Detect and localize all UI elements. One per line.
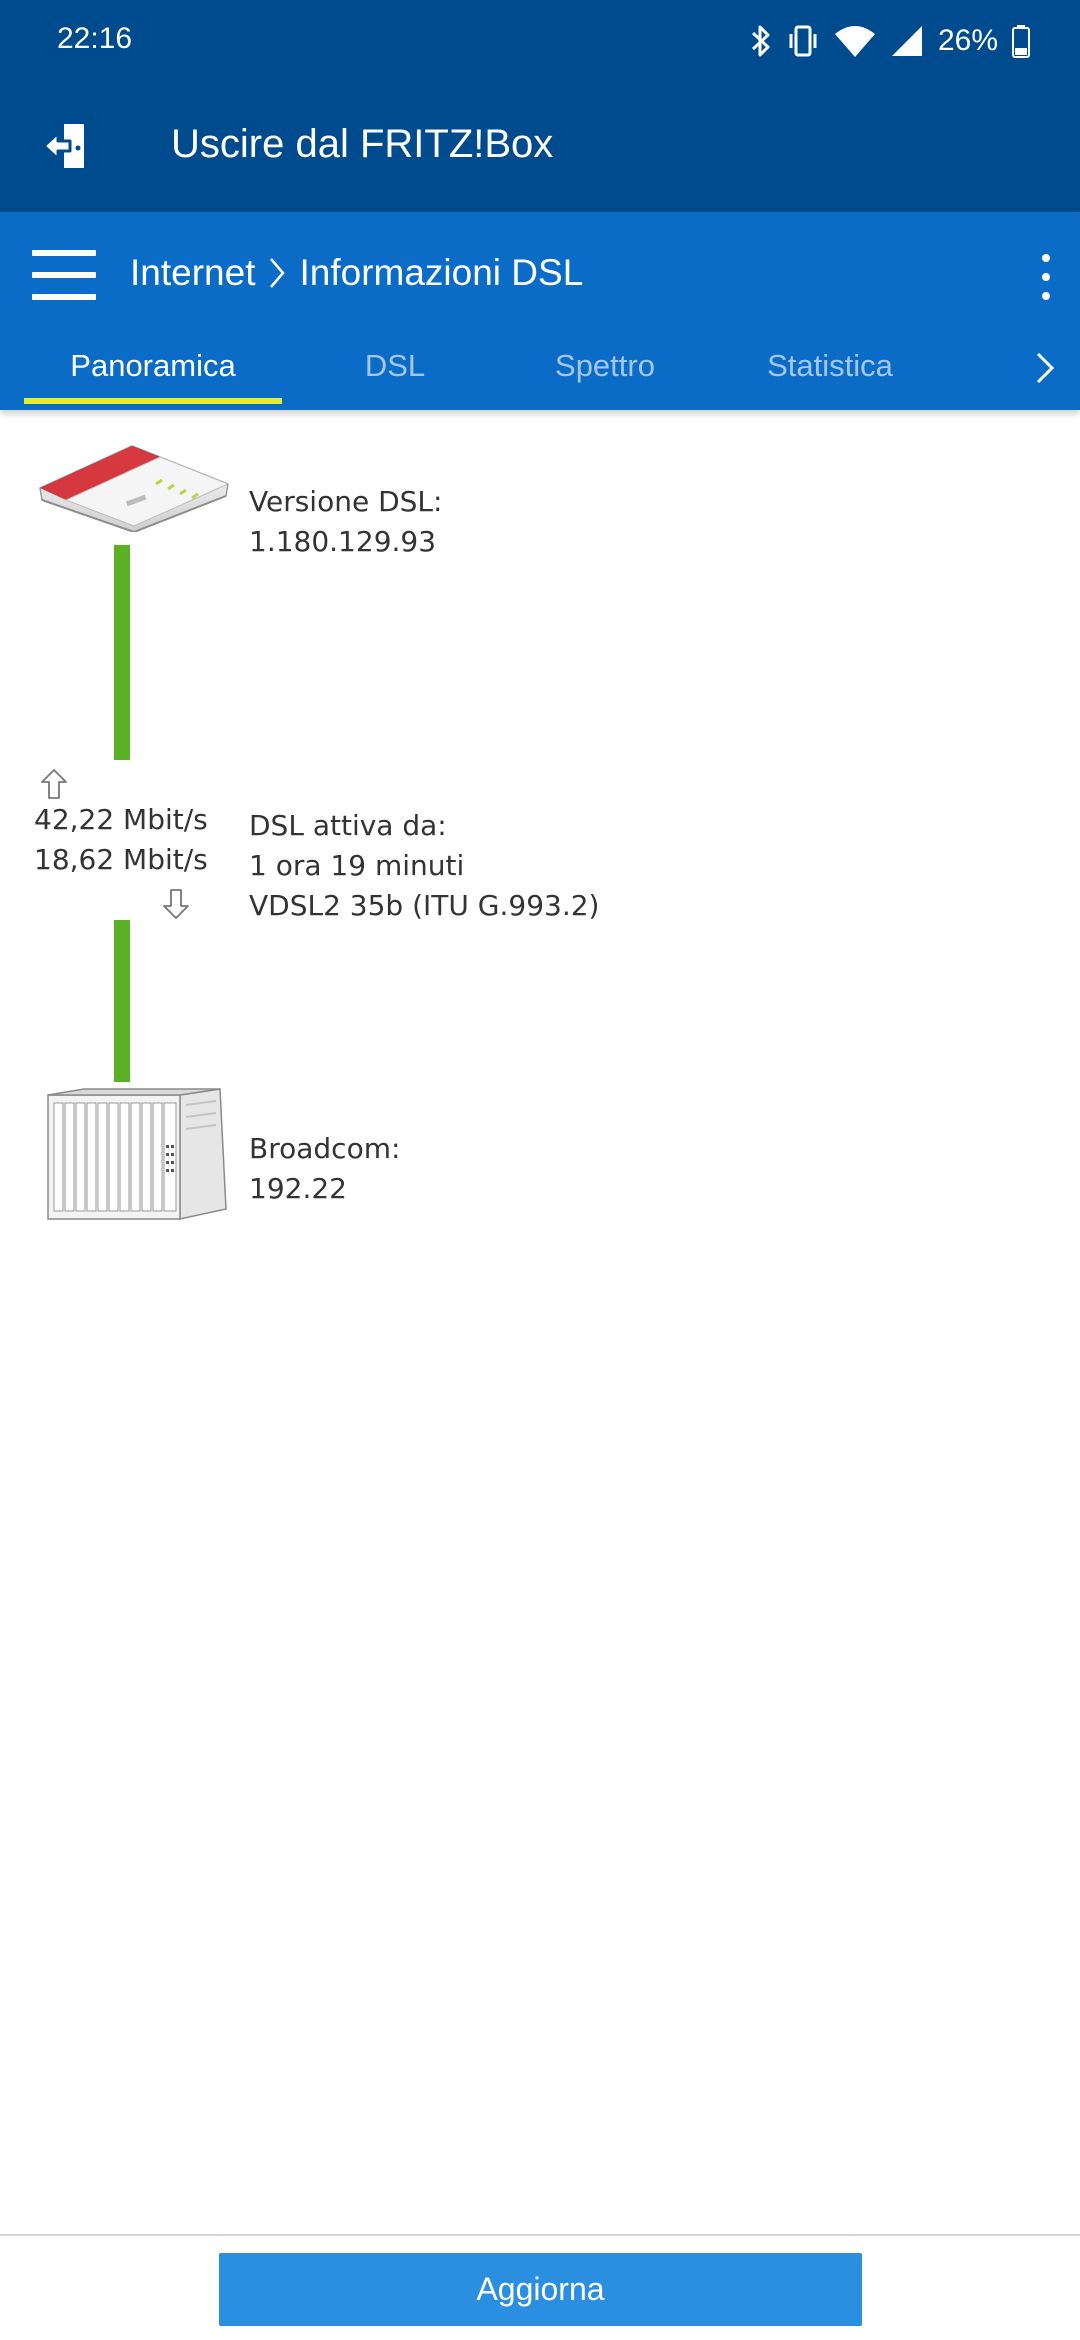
status-time: 22:16: [57, 22, 133, 55]
downstream-arrow-icon: [163, 889, 189, 919]
dsl-active-value: 1 ora 19 minuti: [249, 849, 465, 882]
signal-icon: [891, 26, 922, 56]
refresh-button[interactable]: Aggiorna: [219, 2253, 862, 2326]
dsl-mode: VDSL2 35b (ITU G.993.2): [249, 889, 600, 922]
dsl-version-info: Versione DSL: 1.180.129.93: [249, 482, 442, 562]
fritzbox-router-icon: [39, 445, 230, 532]
dslam-label: Broadcom:: [249, 1132, 401, 1165]
connection-line-lower: [114, 920, 130, 1082]
chevron-right-icon[interactable]: [1030, 348, 1058, 388]
tab-spettro[interactable]: Spettro: [520, 342, 690, 410]
dslam-value: 192.22: [249, 1172, 347, 1205]
breadcrumb-toolbar: Internet Informazioni DSL Panoramica DSL…: [0, 212, 1080, 410]
vibrate-icon: [789, 25, 817, 57]
logout-icon[interactable]: [40, 118, 96, 174]
dsl-active-info: DSL attiva da: 1 ora 19 minuti VDSL2 35b…: [249, 806, 599, 926]
breadcrumb-item-current: Informazioni DSL: [299, 252, 584, 293]
dsl-active-label: DSL attiva da:: [249, 809, 447, 842]
chevron-right-icon: [270, 258, 286, 288]
wifi-icon: [834, 26, 875, 57]
app-title[interactable]: Uscire dal FRITZ!Box: [171, 122, 553, 167]
app-header: 22:16 26% Uscire dal FRITZ!Box: [0, 0, 1080, 212]
bottom-action-bar: Aggiorna: [0, 2234, 1080, 2340]
connection-line-upper: [114, 545, 130, 760]
upstream-arrow-icon: [41, 769, 67, 799]
breadcrumb-item-internet[interactable]: Internet: [130, 252, 255, 294]
breadcrumb: Internet Informazioni DSL: [130, 252, 583, 294]
battery-percent: 26%: [937, 24, 998, 57]
dslam-info: Broadcom: 192.22: [249, 1129, 400, 1209]
downstream-speed: 18,62 Mbit/s: [34, 843, 208, 876]
dsl-version-label: Versione DSL:: [249, 485, 443, 518]
bluetooth-icon: [751, 25, 770, 57]
more-vert-icon[interactable]: [1036, 254, 1056, 300]
tab-bar: Panoramica DSL Spettro Statistica: [0, 342, 1080, 410]
active-tab-indicator: [24, 398, 282, 404]
battery-icon: [1012, 25, 1030, 58]
dsl-version-value: 1.180.129.93: [249, 525, 437, 558]
tab-statistica[interactable]: Statistica: [740, 342, 920, 410]
hamburger-menu-icon[interactable]: [32, 250, 96, 300]
tab-dsl[interactable]: DSL: [330, 342, 460, 410]
upstream-speed: 42,22 Mbit/s: [34, 803, 208, 836]
status-icons: 26%: [750, 18, 1030, 64]
dslam-rack-icon: [47, 1088, 227, 1220]
